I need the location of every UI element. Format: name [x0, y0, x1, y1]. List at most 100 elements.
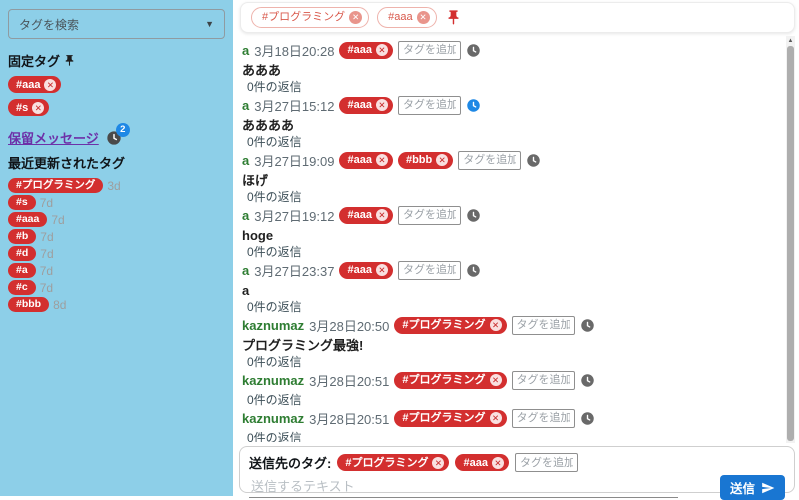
message-tag-chip[interactable]: #プログラミング ✕	[394, 372, 506, 389]
tag-age-label: 7d	[40, 230, 53, 244]
message-text: ああああ	[242, 117, 781, 134]
chip-delete-icon[interactable]: ✕	[432, 457, 444, 469]
message-tag-chip[interactable]: #aaa ✕	[339, 262, 392, 279]
sidebar: タグを検索 ▼ 固定タグ #aaa ✕ #s ✕ 保留メッセージ	[0, 0, 233, 496]
composer-tag-chip[interactable]: #aaa ✕	[455, 454, 508, 471]
chip-delete-icon[interactable]: ✕	[490, 374, 502, 386]
message-username: a	[242, 98, 249, 113]
pinned-tags-heading: 固定タグ	[8, 51, 225, 70]
chip-delete-icon[interactable]: ✕	[32, 102, 44, 114]
message-tag-chip[interactable]: #プログラミング ✕	[394, 317, 506, 334]
message-item: a 3月18日20:28 #aaa ✕ あああ 0件の返信	[242, 40, 781, 95]
tag-add-input[interactable]	[512, 371, 575, 390]
pin-filter-button[interactable]	[445, 9, 462, 26]
message-timestamp: 3月28日20:51	[309, 371, 389, 390]
message-timestamp: 3月27日23:37	[254, 261, 334, 280]
scrollbar-thumb[interactable]	[787, 46, 794, 441]
filter-tag-chip[interactable]: #aaa ✕	[377, 7, 436, 28]
recent-tag-chip[interactable]: #bbb	[8, 297, 49, 312]
message-username: kaznumaz	[242, 373, 304, 388]
recent-tag-chip[interactable]: #d	[8, 246, 36, 261]
reply-count[interactable]: 0件の返信	[242, 79, 781, 95]
message-tag-label: #プログラミング	[402, 317, 485, 333]
reply-count[interactable]: 0件の返信	[242, 299, 781, 315]
tag-add-input[interactable]	[458, 151, 521, 170]
recent-tag-chip[interactable]: #c	[8, 280, 36, 295]
composer-tag-label: #プログラミング	[345, 455, 428, 471]
composer-tag-chip[interactable]: #プログラミング ✕	[337, 454, 449, 471]
reply-count[interactable]: 0件の返信	[242, 430, 781, 442]
chip-delete-icon[interactable]: ✕	[490, 412, 502, 424]
tag-add-input[interactable]	[512, 409, 575, 428]
pinned-tag-chip[interactable]: #aaa ✕	[8, 76, 61, 93]
chip-delete-icon[interactable]: ✕	[417, 11, 430, 24]
message-item: a 3月27日15:12 #aaa ✕ ああああ 0件の返信	[242, 95, 781, 150]
message-username: a	[242, 153, 249, 168]
reply-count[interactable]: 0件の返信	[242, 244, 781, 260]
send-button[interactable]: 送信	[720, 475, 785, 500]
message-tag-chip[interactable]: #aaa ✕	[339, 152, 392, 169]
hold-clock-button[interactable]	[466, 43, 481, 58]
main-panel: #プログラミング ✕ #aaa ✕ a 3月18日20:28 #aaa	[233, 0, 799, 496]
message-tag-chip[interactable]: #aaa ✕	[339, 42, 392, 59]
pinned-tag-chip[interactable]: #s ✕	[8, 99, 49, 116]
tag-add-input[interactable]	[398, 96, 461, 115]
hold-clock-button[interactable]	[466, 208, 481, 223]
hold-clock-button[interactable]	[526, 153, 541, 168]
reply-count[interactable]: 0件の返信	[242, 134, 781, 150]
scrollbar[interactable]: ▲	[786, 36, 795, 443]
compose-text-input[interactable]	[249, 477, 678, 498]
message-tag-chip[interactable]: #プログラミング ✕	[394, 410, 506, 427]
message-username: kaznumaz	[242, 411, 304, 426]
chip-delete-icon[interactable]: ✕	[376, 99, 388, 111]
chip-delete-icon[interactable]: ✕	[490, 319, 502, 331]
chip-delete-icon[interactable]: ✕	[376, 209, 388, 221]
message-tag-chip[interactable]: #aaa ✕	[339, 207, 392, 224]
recent-tag-chip[interactable]: #s	[8, 195, 36, 210]
composer-tag-label: #aaa	[463, 455, 487, 471]
composer-tag-add-input[interactable]	[515, 453, 578, 472]
recent-tag-chip[interactable]: #aaa	[8, 212, 47, 227]
tag-age-label: 7d	[51, 213, 64, 227]
message-tag-chip[interactable]: #aaa ✕	[339, 97, 392, 114]
reply-count[interactable]: 0件の返信	[242, 354, 781, 370]
chip-delete-icon[interactable]: ✕	[44, 79, 56, 91]
reply-count[interactable]: 0件の返信	[242, 392, 781, 408]
send-button-label: 送信	[730, 478, 755, 497]
tag-add-input[interactable]	[398, 41, 461, 60]
scrollbar-up-arrow[interactable]: ▲	[786, 36, 795, 46]
hold-clock-button[interactable]	[466, 98, 481, 113]
tag-search-select[interactable]: タグを検索 ▼	[8, 9, 225, 39]
chip-delete-icon[interactable]: ✕	[349, 11, 362, 24]
recent-tag-chip[interactable]: #プログラミング	[8, 178, 103, 193]
message-text: hoge	[242, 227, 781, 244]
chip-delete-icon[interactable]: ✕	[376, 44, 388, 56]
message-tag-label: #aaa	[347, 152, 371, 168]
message-list: a 3月18日20:28 #aaa ✕ あああ 0件の返信	[242, 36, 781, 442]
hold-clock-button[interactable]	[580, 411, 595, 426]
message-text: プログラミング最強!	[242, 337, 781, 354]
held-messages-link[interactable]: 保留メッセージ	[8, 128, 99, 147]
message-timestamp: 3月28日20:50	[309, 316, 389, 335]
reply-count[interactable]: 0件の返信	[242, 189, 781, 205]
message-item: kaznumaz 3月28日20:51 #プログラミング ✕ 0件の返信	[242, 408, 781, 442]
tag-add-input[interactable]	[512, 316, 575, 335]
recent-tag-chip[interactable]: #a	[8, 263, 36, 278]
chip-delete-icon[interactable]: ✕	[492, 457, 504, 469]
message-text: a	[242, 282, 781, 299]
filter-tag-chip[interactable]: #プログラミング ✕	[251, 7, 369, 28]
tag-add-input[interactable]	[398, 206, 461, 225]
chip-delete-icon[interactable]: ✕	[376, 154, 388, 166]
message-tag-label: #プログラミング	[402, 410, 485, 426]
tag-add-input[interactable]	[398, 261, 461, 280]
hold-clock-button[interactable]	[580, 373, 595, 388]
message-tag-label: #aaa	[347, 97, 371, 113]
message-username: a	[242, 43, 249, 58]
chip-delete-icon[interactable]: ✕	[436, 154, 448, 166]
hold-clock-button[interactable]	[580, 318, 595, 333]
message-username: kaznumaz	[242, 318, 304, 333]
chip-delete-icon[interactable]: ✕	[376, 264, 388, 276]
message-tag-chip[interactable]: #bbb ✕	[398, 152, 453, 169]
recent-tag-chip[interactable]: #b	[8, 229, 36, 244]
hold-clock-button[interactable]	[466, 263, 481, 278]
